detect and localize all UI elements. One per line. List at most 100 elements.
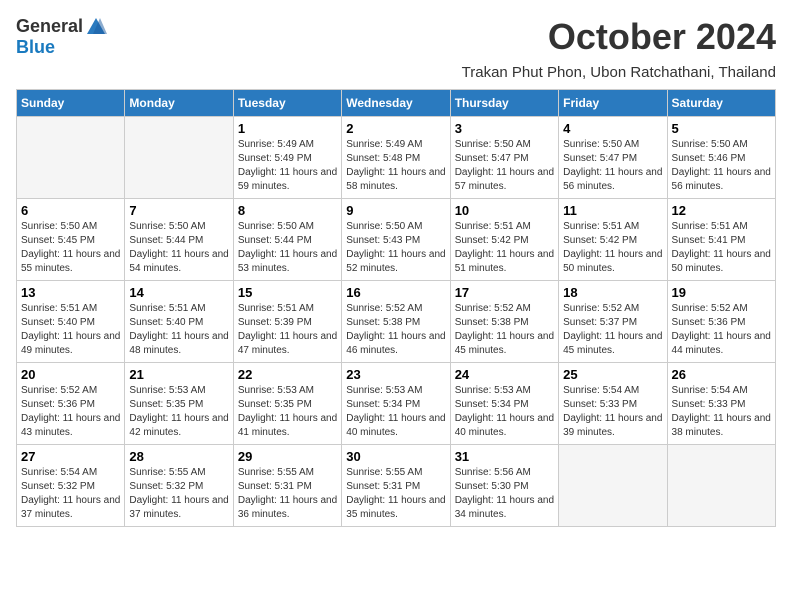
- day-info: Sunrise: 5:50 AMSunset: 5:46 PMDaylight:…: [672, 138, 771, 194]
- day-info: Sunrise: 5:51 AMSunset: 5:41 PMDaylight:…: [672, 220, 771, 276]
- weekday-header-row: SundayMondayTuesdayWednesdayThursdayFrid…: [17, 90, 776, 117]
- day-info: Sunrise: 5:54 AMSunset: 5:33 PMDaylight:…: [672, 384, 771, 440]
- subtitle: Trakan Phut Phon, Ubon Ratchathani, Thai…: [16, 64, 776, 81]
- day-number: 7: [129, 203, 228, 218]
- day-number: 5: [672, 121, 771, 136]
- calendar-cell: 6 Sunrise: 5:50 AMSunset: 5:45 PMDaylight…: [17, 199, 125, 281]
- day-info: Sunrise: 5:55 AMSunset: 5:31 PMDaylight:…: [238, 466, 337, 522]
- month-title: October 2024: [548, 16, 776, 58]
- weekday-header: Friday: [559, 90, 667, 117]
- calendar-cell: 15 Sunrise: 5:51 AMSunset: 5:39 PMDayligh…: [233, 281, 341, 363]
- calendar-row: 27Sunrise: 5:54 AMSunset: 5:32 PMDayligh…: [17, 445, 776, 527]
- day-info: Sunrise: 5:55 AMSunset: 5:32 PMDaylight:…: [129, 466, 228, 522]
- calendar-table: SundayMondayTuesdayWednesdayThursdayFrid…: [16, 89, 776, 527]
- calendar-cell: 21 Sunrise: 5:53 AMSunset: 5:35 PMDayligh…: [125, 363, 233, 445]
- logo: General Blue: [16, 16, 107, 58]
- calendar-cell: 28 Sunrise: 5:55 AMSunset: 5:32 PMDayligh…: [125, 445, 233, 527]
- logo-general: General: [16, 17, 83, 37]
- day-number: 13: [21, 285, 120, 300]
- day-info: Sunrise: 5:50 AMSunset: 5:45 PMDaylight:…: [21, 220, 120, 276]
- calendar-cell: 23 Sunrise: 5:53 AMSunset: 5:34 PMDayligh…: [342, 363, 450, 445]
- weekday-header: Saturday: [667, 90, 775, 117]
- day-info: Sunrise: 5:53 AMSunset: 5:34 PMDaylight:…: [346, 384, 445, 440]
- calendar-row: 6 Sunrise: 5:50 AMSunset: 5:45 PMDaylight…: [17, 199, 776, 281]
- logo-blue: Blue: [16, 37, 55, 57]
- day-number: 24: [455, 367, 554, 382]
- calendar-cell: 27Sunrise: 5:54 AMSunset: 5:32 PMDayligh…: [17, 445, 125, 527]
- day-info: Sunrise: 5:56 AMSunset: 5:30 PMDaylight:…: [455, 466, 554, 522]
- calendar-cell: [17, 117, 125, 199]
- title-block: October 2024: [548, 16, 776, 58]
- day-number: 18: [563, 285, 662, 300]
- calendar-cell: 25 Sunrise: 5:54 AMSunset: 5:33 PMDayligh…: [559, 363, 667, 445]
- day-number: 27: [21, 449, 120, 464]
- day-number: 29: [238, 449, 337, 464]
- calendar-cell: 5 Sunrise: 5:50 AMSunset: 5:46 PMDaylight…: [667, 117, 775, 199]
- day-number: 10: [455, 203, 554, 218]
- day-info: Sunrise: 5:50 AMSunset: 5:47 PMDaylight:…: [563, 138, 662, 194]
- day-number: 11: [563, 203, 662, 218]
- day-info: Sunrise: 5:54 AMSunset: 5:33 PMDaylight:…: [563, 384, 662, 440]
- calendar-cell: 30 Sunrise: 5:55 AMSunset: 5:31 PMDayligh…: [342, 445, 450, 527]
- day-number: 12: [672, 203, 771, 218]
- day-number: 2: [346, 121, 445, 136]
- calendar-row: 13 Sunrise: 5:51 AMSunset: 5:40 PMDayligh…: [17, 281, 776, 363]
- logo-icon: [85, 16, 107, 38]
- day-number: 6: [21, 203, 120, 218]
- day-number: 30: [346, 449, 445, 464]
- day-info: Sunrise: 5:53 AMSunset: 5:35 PMDaylight:…: [238, 384, 337, 440]
- day-number: 19: [672, 285, 771, 300]
- day-info: Sunrise: 5:51 AMSunset: 5:40 PMDaylight:…: [129, 302, 228, 358]
- page-header: General Blue October 2024: [16, 16, 776, 58]
- day-info: Sunrise: 5:49 AMSunset: 5:48 PMDaylight:…: [346, 138, 445, 194]
- day-info: Sunrise: 5:50 AMSunset: 5:44 PMDaylight:…: [238, 220, 337, 276]
- calendar-cell: 12 Sunrise: 5:51 AMSunset: 5:41 PMDayligh…: [667, 199, 775, 281]
- calendar-cell: 2 Sunrise: 5:49 AMSunset: 5:48 PMDaylight…: [342, 117, 450, 199]
- day-info: Sunrise: 5:53 AMSunset: 5:34 PMDaylight:…: [455, 384, 554, 440]
- day-info: Sunrise: 5:51 AMSunset: 5:42 PMDaylight:…: [563, 220, 662, 276]
- day-number: 15: [238, 285, 337, 300]
- calendar-cell: 1Sunrise: 5:49 AMSunset: 5:49 PMDaylight…: [233, 117, 341, 199]
- calendar-cell: 18 Sunrise: 5:52 AMSunset: 5:37 PMDayligh…: [559, 281, 667, 363]
- day-info: Sunrise: 5:53 AMSunset: 5:35 PMDaylight:…: [129, 384, 228, 440]
- calendar-cell: 13 Sunrise: 5:51 AMSunset: 5:40 PMDayligh…: [17, 281, 125, 363]
- calendar-cell: 11 Sunrise: 5:51 AMSunset: 5:42 PMDayligh…: [559, 199, 667, 281]
- calendar-cell: 9Sunrise: 5:50 AMSunset: 5:43 PMDaylight…: [342, 199, 450, 281]
- calendar-cell: 26 Sunrise: 5:54 AMSunset: 5:33 PMDayligh…: [667, 363, 775, 445]
- weekday-header: Tuesday: [233, 90, 341, 117]
- calendar-row: 1Sunrise: 5:49 AMSunset: 5:49 PMDaylight…: [17, 117, 776, 199]
- calendar-cell: 22Sunrise: 5:53 AMSunset: 5:35 PMDayligh…: [233, 363, 341, 445]
- weekday-header: Thursday: [450, 90, 558, 117]
- day-info: Sunrise: 5:50 AMSunset: 5:47 PMDaylight:…: [455, 138, 554, 194]
- day-number: 23: [346, 367, 445, 382]
- day-info: Sunrise: 5:52 AMSunset: 5:36 PMDaylight:…: [21, 384, 120, 440]
- day-number: 4: [563, 121, 662, 136]
- day-info: Sunrise: 5:51 AMSunset: 5:42 PMDaylight:…: [455, 220, 554, 276]
- day-info: Sunrise: 5:55 AMSunset: 5:31 PMDaylight:…: [346, 466, 445, 522]
- calendar-cell: 16Sunrise: 5:52 AMSunset: 5:38 PMDayligh…: [342, 281, 450, 363]
- day-number: 14: [129, 285, 228, 300]
- day-info: Sunrise: 5:52 AMSunset: 5:37 PMDaylight:…: [563, 302, 662, 358]
- day-info: Sunrise: 5:52 AMSunset: 5:38 PMDaylight:…: [455, 302, 554, 358]
- day-number: 9: [346, 203, 445, 218]
- calendar-cell: 20Sunrise: 5:52 AMSunset: 5:36 PMDayligh…: [17, 363, 125, 445]
- day-info: Sunrise: 5:50 AMSunset: 5:44 PMDaylight:…: [129, 220, 228, 276]
- day-number: 21: [129, 367, 228, 382]
- calendar-cell: 8Sunrise: 5:50 AMSunset: 5:44 PMDaylight…: [233, 199, 341, 281]
- day-info: Sunrise: 5:51 AMSunset: 5:40 PMDaylight:…: [21, 302, 120, 358]
- calendar-cell: 24 Sunrise: 5:53 AMSunset: 5:34 PMDayligh…: [450, 363, 558, 445]
- day-number: 16: [346, 285, 445, 300]
- calendar-cell: 10 Sunrise: 5:51 AMSunset: 5:42 PMDayligh…: [450, 199, 558, 281]
- day-number: 28: [129, 449, 228, 464]
- calendar-cell: 31 Sunrise: 5:56 AMSunset: 5:30 PMDayligh…: [450, 445, 558, 527]
- calendar-cell: [559, 445, 667, 527]
- day-number: 26: [672, 367, 771, 382]
- calendar-cell: 29 Sunrise: 5:55 AMSunset: 5:31 PMDayligh…: [233, 445, 341, 527]
- calendar-cell: [125, 117, 233, 199]
- day-number: 25: [563, 367, 662, 382]
- calendar-cell: 14 Sunrise: 5:51 AMSunset: 5:40 PMDayligh…: [125, 281, 233, 363]
- day-number: 31: [455, 449, 554, 464]
- weekday-header: Wednesday: [342, 90, 450, 117]
- day-info: Sunrise: 5:51 AMSunset: 5:39 PMDaylight:…: [238, 302, 337, 358]
- calendar-cell: 4 Sunrise: 5:50 AMSunset: 5:47 PMDaylight…: [559, 117, 667, 199]
